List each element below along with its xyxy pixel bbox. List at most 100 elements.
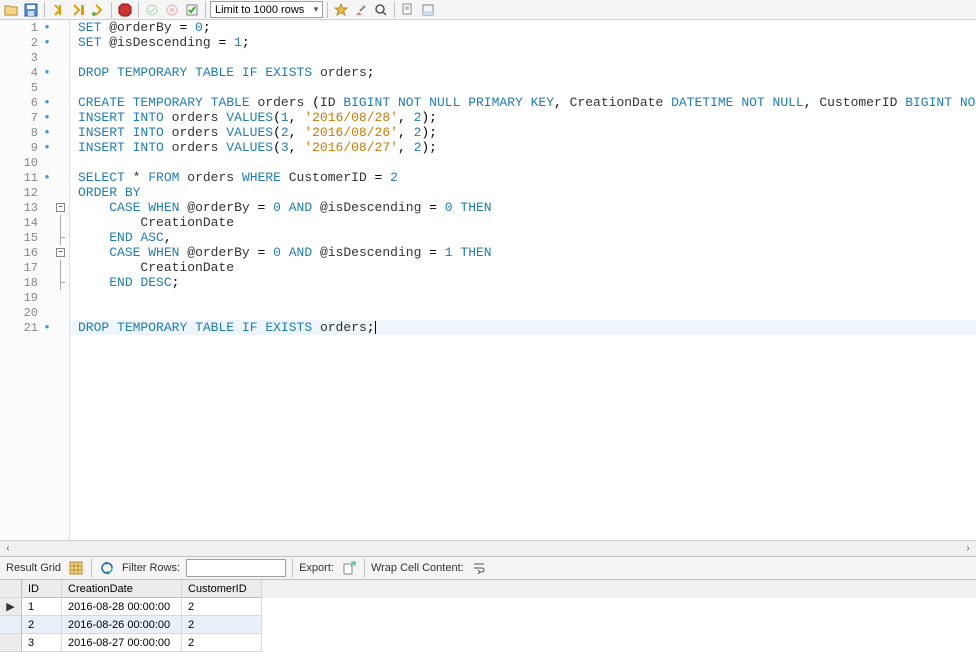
cell-creationdate[interactable]: 2016-08-26 00:00:00 (62, 616, 182, 634)
refresh-icon[interactable] (98, 559, 116, 577)
col-header-id[interactable]: ID (22, 580, 62, 598)
scroll-left-icon[interactable]: ‹ (0, 541, 16, 557)
cell-id[interactable]: 3 (22, 634, 62, 652)
filter-rows-input[interactable] (186, 559, 286, 577)
gutter-row: 11● (0, 170, 69, 185)
open-file-icon[interactable] (2, 2, 20, 18)
gutter-row: 4● (0, 65, 69, 80)
limit-rows-label: Limit to 1000 rows (215, 4, 304, 16)
code-line[interactable]: CreationDate (70, 215, 976, 230)
limit-rows-select[interactable]: Limit to 1000 rows (210, 1, 323, 18)
code-line[interactable]: DROP TEMPORARY TABLE IF EXISTS orders; (70, 320, 976, 335)
wrap-icon[interactable] (470, 559, 488, 577)
scroll-right-icon[interactable]: › (960, 541, 976, 557)
gutter-row: 14 (0, 215, 69, 230)
toggle-panel-icon[interactable] (419, 2, 437, 18)
save-icon[interactable] (22, 2, 40, 18)
export-label: Export: (299, 562, 334, 574)
gutter-row: 3 (0, 50, 69, 65)
cell-customerid[interactable]: 2 (182, 634, 262, 652)
execute-icon[interactable] (49, 2, 67, 18)
code-line[interactable]: CASE WHEN @orderBy = 0 AND @isDescending… (70, 200, 976, 215)
toolbar-divider (44, 2, 45, 18)
gutter-row: 9● (0, 140, 69, 155)
gutter-row: 19 (0, 290, 69, 305)
export-icon[interactable] (340, 559, 358, 577)
code-area[interactable]: SET @orderBy = 0;SET @isDescending = 1; D… (70, 20, 976, 540)
code-line[interactable]: ORDER BY (70, 185, 976, 200)
code-line[interactable]: INSERT INTO orders VALUES(3, '2016/08/27… (70, 140, 976, 155)
gutter-row: 20 (0, 305, 69, 320)
code-line[interactable]: SET @orderBy = 0; (70, 20, 976, 35)
table-row[interactable]: 32016-08-27 00:00:002 (0, 634, 976, 652)
toolbar-divider (205, 2, 206, 18)
autocommit-icon[interactable] (183, 2, 201, 18)
result-divider (91, 559, 92, 577)
grid-view-icon[interactable] (67, 559, 85, 577)
cell-customerid[interactable]: 2 (182, 598, 262, 616)
code-line[interactable] (70, 305, 976, 320)
code-line[interactable]: CreationDate (70, 260, 976, 275)
rollback-icon (163, 2, 181, 18)
commit-icon (143, 2, 161, 18)
code-line[interactable]: INSERT INTO orders VALUES(1, '2016/08/28… (70, 110, 976, 125)
toolbar-divider (111, 2, 112, 18)
editor-hscrollbar[interactable]: ‹ › (0, 540, 976, 556)
code-line[interactable]: CASE WHEN @orderBy = 0 AND @isDescending… (70, 245, 976, 260)
gutter-row: 8● (0, 125, 69, 140)
code-line[interactable]: INSERT INTO orders VALUES(2, '2016/08/26… (70, 125, 976, 140)
cell-id[interactable]: 1 (22, 598, 62, 616)
code-line[interactable] (70, 50, 976, 65)
grid-header: ID CreationDate CustomerID (0, 580, 976, 598)
result-toolbar: Result Grid Filter Rows: Export: Wrap Ce… (0, 556, 976, 580)
code-line[interactable]: CREATE TEMPORARY TABLE orders (ID BIGINT… (70, 95, 976, 110)
gutter-row: 16− (0, 245, 69, 260)
find-icon[interactable] (372, 2, 390, 18)
toolbar-divider (327, 2, 328, 18)
cell-creationdate[interactable]: 2016-08-28 00:00:00 (62, 598, 182, 616)
cell-customerid[interactable]: 2 (182, 616, 262, 634)
gutter-row: 6● (0, 95, 69, 110)
code-line[interactable] (70, 155, 976, 170)
gutter-row: 15 (0, 230, 69, 245)
gutter-row: 7● (0, 110, 69, 125)
grid-corner (0, 580, 22, 598)
code-line[interactable]: SELECT * FROM orders WHERE CustomerID = … (70, 170, 976, 185)
wrap-label: Wrap Cell Content: (371, 562, 464, 574)
code-line[interactable] (70, 80, 976, 95)
execute-current-icon[interactable] (69, 2, 87, 18)
code-line[interactable]: DROP TEMPORARY TABLE IF EXISTS orders; (70, 65, 976, 80)
cell-id[interactable]: 2 (22, 616, 62, 634)
gutter-row: 2● (0, 35, 69, 50)
code-line[interactable]: END ASC, (70, 230, 976, 245)
gutter-row: 5 (0, 80, 69, 95)
col-header-creationdate[interactable]: CreationDate (62, 580, 182, 598)
col-header-customerid[interactable]: CustomerID (182, 580, 262, 598)
result-grid[interactable]: ID CreationDate CustomerID ▶12016-08-28 … (0, 580, 976, 652)
code-line[interactable]: SET @isDescending = 1; (70, 35, 976, 50)
gutter-row: 21● (0, 320, 69, 335)
toolbar-divider (394, 2, 395, 18)
explain-icon[interactable] (89, 2, 107, 18)
fold-toggle[interactable]: − (56, 203, 65, 212)
snippets-icon[interactable] (399, 2, 417, 18)
code-line[interactable] (70, 290, 976, 305)
gutter-row: 18 (0, 275, 69, 290)
toolbar-divider (138, 2, 139, 18)
result-divider (364, 559, 365, 577)
gutter: 1●2●34●56●7●8●9●1011●1213−141516−1718192… (0, 20, 70, 540)
row-marker (0, 616, 22, 634)
brush-icon[interactable] (352, 2, 370, 18)
sql-editor[interactable]: 1●2●34●56●7●8●9●1011●1213−141516−1718192… (0, 20, 976, 540)
query-toolbar: Limit to 1000 rows (0, 0, 976, 20)
table-row[interactable]: ▶12016-08-28 00:00:002 (0, 598, 976, 616)
row-marker (0, 634, 22, 652)
table-row[interactable]: 22016-08-26 00:00:002 (0, 616, 976, 634)
fold-toggle[interactable]: − (56, 248, 65, 257)
code-line[interactable]: END DESC; (70, 275, 976, 290)
result-divider (292, 559, 293, 577)
beautify-icon[interactable] (332, 2, 350, 18)
gutter-row: 17 (0, 260, 69, 275)
cell-creationdate[interactable]: 2016-08-27 00:00:00 (62, 634, 182, 652)
stop-icon[interactable] (116, 2, 134, 18)
